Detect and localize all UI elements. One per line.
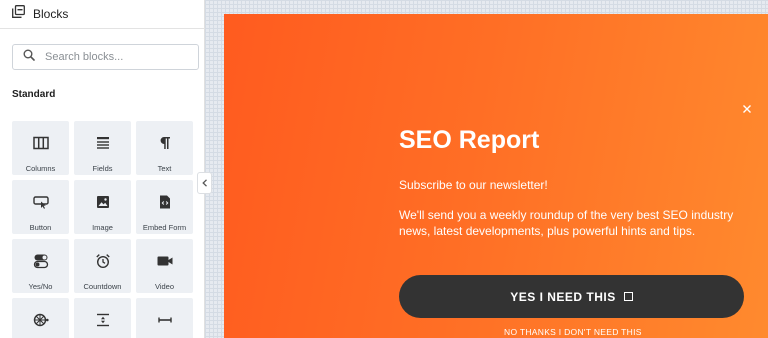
block-label: Text [157, 164, 172, 173]
sidebar-title: Blocks [33, 7, 69, 21]
yes-i-need-this-button[interactable]: YES I NEED THIS [399, 275, 744, 318]
block-label: Embed Form [142, 223, 187, 232]
columns-icon [32, 135, 49, 156]
block-grid: Columns Fields Text Button Image Embed F… [12, 121, 193, 338]
block-video[interactable]: Video [136, 239, 193, 293]
block-spacer[interactable] [74, 298, 131, 338]
block-button[interactable]: Button [12, 180, 69, 234]
decline-link[interactable]: NO THANKS I DON'T NEED THIS [504, 327, 642, 337]
block-label: Yes/No [28, 282, 53, 291]
button-icon [32, 194, 49, 215]
alarm-clock-icon [95, 253, 111, 274]
close-icon [740, 103, 754, 120]
divider-icon [157, 312, 173, 333]
image-icon [95, 194, 111, 215]
chevron-left-icon [201, 174, 209, 192]
popup-subtitle: Subscribe to our newsletter! [399, 178, 548, 192]
search-input[interactable] [45, 51, 185, 63]
block-spinner[interactable] [12, 298, 69, 338]
section-title-standard: Standard [12, 89, 56, 100]
block-text[interactable]: Text [136, 121, 193, 175]
video-camera-icon [157, 253, 173, 274]
block-columns[interactable]: Columns [12, 121, 69, 175]
sidebar-header: Blocks [0, 0, 205, 29]
block-label: Fields [92, 164, 113, 173]
paragraph-icon [157, 135, 173, 156]
block-label: Columns [25, 164, 56, 173]
square-icon [623, 292, 633, 301]
block-countdown[interactable]: Countdown [74, 239, 131, 293]
search-box[interactable] [12, 44, 199, 70]
block-divider[interactable] [136, 298, 193, 338]
yes-no-icon [33, 253, 49, 274]
fields-icon [95, 135, 111, 156]
collapse-sidebar-button[interactable] [197, 172, 212, 194]
cta-label: YES I NEED THIS [510, 289, 616, 304]
block-label: Button [29, 223, 52, 232]
block-label: Video [154, 282, 175, 291]
block-label: Countdown [83, 282, 122, 291]
spacer-icon [95, 312, 111, 333]
popup-title: SEO Report [399, 126, 540, 154]
blocks-sidebar: Blocks Standard Columns Fields Text Butt… [0, 0, 205, 338]
spinner-icon [33, 312, 49, 333]
close-popup-button[interactable] [740, 102, 754, 116]
popup-body-text: We'll send you a weekly roundup of the v… [399, 208, 734, 238]
blocks-icon [12, 5, 25, 23]
block-fields[interactable]: Fields [74, 121, 131, 175]
search-icon [23, 48, 35, 66]
embed-form-icon [157, 194, 173, 215]
block-embed-form[interactable]: Embed Form [136, 180, 193, 234]
block-yes-no[interactable]: Yes/No [12, 239, 69, 293]
block-image[interactable]: Image [74, 180, 131, 234]
block-label: Image [92, 223, 113, 232]
